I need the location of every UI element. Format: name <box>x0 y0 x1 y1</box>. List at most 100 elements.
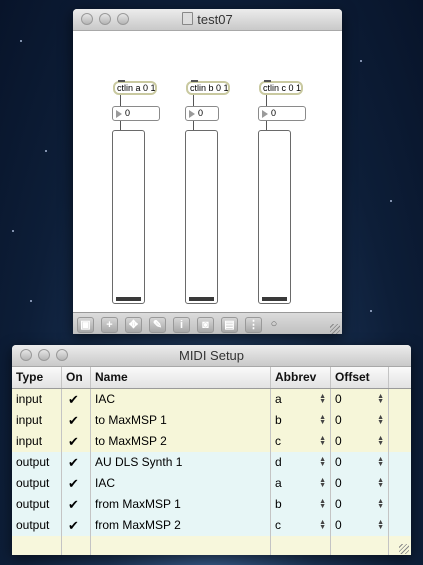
move-icon[interactable]: ✥ <box>125 316 142 333</box>
cell-offset[interactable]: 0 ▲ ▼ <box>331 410 389 431</box>
cell-offset[interactable]: 0 ▲ ▼ <box>331 431 389 452</box>
abbrev-value: a <box>275 476 282 490</box>
cell-spacer <box>389 431 409 452</box>
lock-icon[interactable]: ▣ <box>77 316 94 333</box>
resize-grip-icon[interactable] <box>330 324 340 334</box>
table-row[interactable]: output ✔ from MaxMSP 2 c ▲ ▼ 0 ▲ ▼ <box>12 515 411 536</box>
on-checkbox[interactable]: ✔ <box>66 431 79 452</box>
stepper-icon[interactable]: ▲ ▼ <box>377 477 384 489</box>
presentation-icon[interactable]: ▤ <box>221 316 238 333</box>
stepper-icon[interactable]: ▲ ▼ <box>377 393 384 405</box>
stepper-icon[interactable]: ▲ ▼ <box>319 414 326 426</box>
ctlin-object-a[interactable]: ctlin a 0 1 <box>113 80 157 95</box>
star <box>12 230 14 232</box>
stepper-icon[interactable]: ▲ ▼ <box>377 456 384 468</box>
slider-b[interactable] <box>185 130 218 304</box>
midi-setup-window: MIDI Setup Type On Name Abbrev Offset in… <box>12 345 411 555</box>
cell-abbrev[interactable]: d ▲ ▼ <box>271 452 331 473</box>
column-header-type[interactable]: Type <box>12 367 62 388</box>
options-icon[interactable]: ○ <box>269 317 279 333</box>
on-checkbox[interactable]: ✔ <box>66 515 79 536</box>
on-checkbox[interactable]: ✔ <box>66 452 79 473</box>
table-row[interactable]: input ✔ to MaxMSP 2 c ▲ ▼ 0 ▲ ▼ <box>12 431 411 452</box>
minimize-button[interactable] <box>38 349 50 361</box>
cell-offset[interactable]: 0 ▲ ▼ <box>331 473 389 494</box>
ctlin-object-c[interactable]: ctlin c 0 1 <box>259 80 303 95</box>
table-row[interactable]: output ✔ AU DLS Synth 1 d ▲ ▼ 0 ▲ ▼ <box>12 452 411 473</box>
table-header: Type On Name Abbrev Offset <box>12 367 411 389</box>
abbrev-value: a <box>275 392 282 406</box>
stepper-icon[interactable]: ▲ ▼ <box>319 477 326 489</box>
column-header-offset[interactable]: Offset <box>331 367 389 388</box>
cell-name: to MaxMSP 2 <box>91 431 271 452</box>
cell-spacer <box>389 410 409 431</box>
draw-icon[interactable]: ✎ <box>149 316 166 333</box>
stepper-icon[interactable]: ▲ ▼ <box>377 498 384 510</box>
on-checkbox[interactable]: ✔ <box>66 473 79 494</box>
on-checkbox[interactable]: ✔ <box>66 494 79 515</box>
patcher-title: test07 <box>197 12 233 27</box>
stepper-icon[interactable]: ▲ ▼ <box>319 519 326 531</box>
number-box-a[interactable]: 0 <box>112 106 160 121</box>
stepper-icon[interactable]: ▲ ▼ <box>319 435 326 447</box>
grid-icon[interactable]: ⋮ <box>245 316 262 333</box>
ctlin-object-b[interactable]: ctlin b 0 1 <box>186 80 230 95</box>
cell-abbrev[interactable]: b ▲ ▼ <box>271 494 331 515</box>
slider-knob[interactable] <box>262 297 287 301</box>
new-object-icon[interactable]: + <box>101 316 118 333</box>
number-value: 0 <box>198 108 204 118</box>
column-header-on[interactable]: On <box>62 367 91 388</box>
close-button[interactable] <box>20 349 32 361</box>
number-triangle-icon <box>189 110 195 118</box>
zoom-button[interactable] <box>56 349 68 361</box>
table-row[interactable]: output ✔ IAC a ▲ ▼ 0 ▲ ▼ <box>12 473 411 494</box>
inspector-icon[interactable]: ◙ <box>197 316 214 333</box>
stepper-icon[interactable]: ▲ ▼ <box>319 498 326 510</box>
table-row[interactable]: output ✔ from MaxMSP 1 b ▲ ▼ 0 ▲ ▼ <box>12 494 411 515</box>
stepper-icon[interactable]: ▲ ▼ <box>377 414 384 426</box>
cell-spacer <box>389 389 409 410</box>
slider-knob[interactable] <box>189 297 214 301</box>
cell-offset[interactable]: 0 ▲ ▼ <box>331 452 389 473</box>
cell-abbrev[interactable]: c ▲ ▼ <box>271 431 331 452</box>
number-box-c[interactable]: 0 <box>258 106 306 121</box>
cell-offset[interactable]: 0 ▲ ▼ <box>331 389 389 410</box>
cell-on: ✔ <box>62 431 91 452</box>
cell-on: ✔ <box>62 410 91 431</box>
number-triangle-icon <box>116 110 122 118</box>
document-icon <box>182 12 194 25</box>
on-checkbox[interactable]: ✔ <box>66 410 79 431</box>
cell-abbrev[interactable]: b ▲ ▼ <box>271 410 331 431</box>
offset-value: 0 <box>335 455 342 469</box>
slider-a[interactable] <box>112 130 145 304</box>
slider-knob[interactable] <box>116 297 141 301</box>
cell-abbrev[interactable]: a ▲ ▼ <box>271 389 331 410</box>
patcher-titlebar[interactable]: test07 <box>73 9 342 31</box>
on-checkbox[interactable]: ✔ <box>66 389 79 410</box>
stepper-icon[interactable]: ▲ ▼ <box>377 435 384 447</box>
close-button[interactable] <box>81 13 93 25</box>
number-box-b[interactable]: 0 <box>185 106 219 121</box>
table-row[interactable]: input ✔ IAC a ▲ ▼ 0 ▲ ▼ <box>12 389 411 410</box>
info-icon[interactable]: i <box>173 316 190 333</box>
stepper-icon[interactable]: ▲ ▼ <box>377 519 384 531</box>
minimize-button[interactable] <box>99 13 111 25</box>
stepper-icon[interactable]: ▲ ▼ <box>319 456 326 468</box>
column-header-abbrev[interactable]: Abbrev <box>271 367 331 388</box>
column-header-name[interactable]: Name <box>91 367 271 388</box>
cell-abbrev[interactable]: a ▲ ▼ <box>271 473 331 494</box>
patcher-canvas[interactable]: ctlin a 0 1 0 ctlin b 0 1 0 ctlin c 0 1 … <box>73 31 342 312</box>
midi-titlebar[interactable]: MIDI Setup <box>12 345 411 367</box>
star <box>390 200 392 202</box>
cell-on: ✔ <box>62 473 91 494</box>
offset-value: 0 <box>335 518 342 532</box>
cell-offset[interactable]: 0 ▲ ▼ <box>331 494 389 515</box>
cell-offset[interactable]: 0 ▲ ▼ <box>331 515 389 536</box>
stepper-icon[interactable]: ▲ ▼ <box>319 393 326 405</box>
table-row[interactable]: input ✔ to MaxMSP 1 b ▲ ▼ 0 ▲ ▼ <box>12 410 411 431</box>
star <box>370 310 372 312</box>
cell-abbrev[interactable]: c ▲ ▼ <box>271 515 331 536</box>
zoom-button[interactable] <box>117 13 129 25</box>
slider-c[interactable] <box>258 130 291 304</box>
resize-grip-icon[interactable] <box>399 544 409 554</box>
